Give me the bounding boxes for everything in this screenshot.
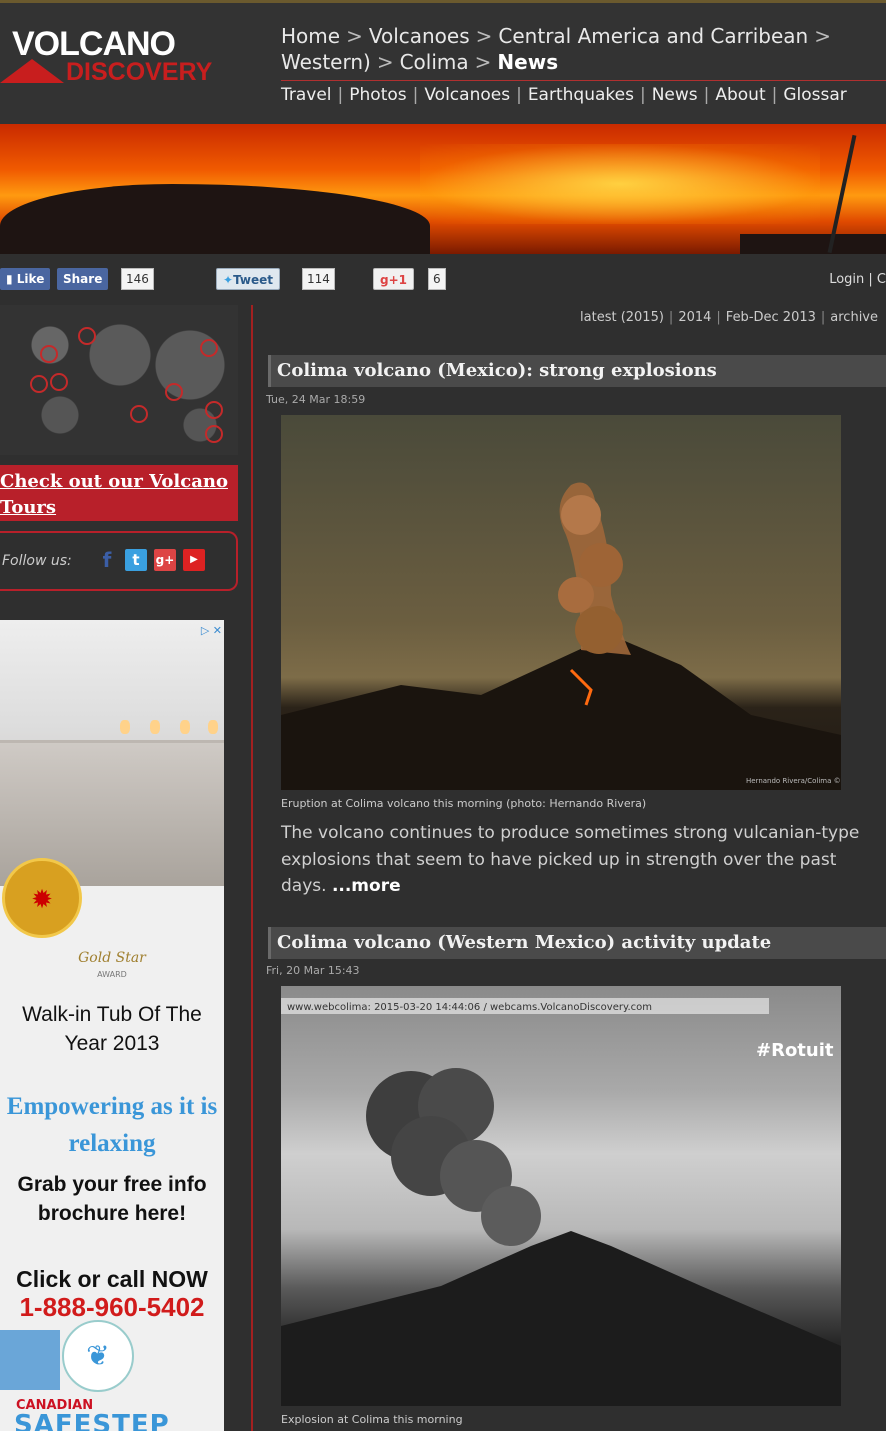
world-volcano-map[interactable] [0, 305, 238, 455]
youtube-icon[interactable]: ▶ [183, 549, 205, 571]
breadcrumb-news: News [497, 50, 559, 74]
banner-rock [0, 184, 430, 254]
breadcrumb-region-cont[interactable]: Western) [281, 50, 371, 74]
svg-text:Hernando Rivera/Colima ©: Hernando Rivera/Colima © [746, 777, 841, 785]
social-bar: ▮ Like Share 146 ✦Tweet 114 g+1 6 Login … [0, 262, 886, 300]
canada-badge-icon: ✹ [2, 858, 82, 938]
ad-headline: Walk-in Tub Of The Year 2013 [22, 1003, 202, 1055]
nav-photos[interactable]: Photos [349, 85, 406, 105]
ad-gold-star: Gold Star [78, 950, 146, 966]
ad-brand-big: SAFESTEP [14, 1410, 170, 1431]
nav-travel[interactable]: Travel [281, 85, 332, 105]
article-date: Tue, 24 Mar 18:59 [266, 393, 366, 406]
article-date: Fri, 20 Mar 15:43 [266, 964, 360, 977]
ad-phone[interactable]: 1-888-960-5402 [0, 1292, 224, 1323]
eruption-photo-illustration: Hernando Rivera/Colima © [281, 482, 841, 790]
like-label: Like [16, 272, 45, 286]
nav-about[interactable]: About [715, 85, 765, 105]
banner-rock-right [740, 234, 886, 254]
facebook-share-button[interactable]: Share [57, 268, 109, 290]
read-more-link[interactable]: ...more [332, 876, 401, 896]
ad-candle [120, 720, 130, 734]
svg-text:#Rotuit: #Rotuit [756, 1040, 834, 1061]
archive-all[interactable]: archive [830, 310, 878, 325]
nav-news[interactable]: News [652, 85, 698, 105]
googleplus-button[interactable]: g+1 [373, 268, 414, 290]
map-marker[interactable] [205, 401, 223, 419]
thumb-icon: ▮ [6, 272, 17, 286]
breadcrumb-home[interactable]: Home [281, 24, 340, 48]
tweet-count: 114 [302, 268, 335, 290]
breadcrumb-colima[interactable]: Colima [400, 50, 469, 74]
nav-earthquakes[interactable]: Earthquakes [528, 85, 634, 105]
gplus-count: 6 [428, 268, 446, 290]
twitter-bird-icon: ✦ [223, 273, 234, 287]
logo-text-bottom: DISCOVERY [66, 58, 213, 86]
article-caption: Eruption at Colima volcano this morning … [281, 797, 647, 810]
ad-partner-logo [0, 1330, 60, 1390]
ad-choices-icon[interactable]: ▷ ✕ [201, 624, 222, 637]
breadcrumb-region[interactable]: Central America and Carribean [498, 24, 808, 48]
sidebar-divider [251, 305, 253, 1431]
share-count: 146 [121, 268, 154, 290]
archive-nav: latest (2015) | 2014 | Feb-Dec 2013 | archive [580, 310, 878, 325]
twitter-icon[interactable]: t [125, 549, 147, 571]
webcam-photo-illustration: www.webcolima: 2015-03-20 14:44:06 / web… [281, 998, 841, 1406]
facebook-like-button[interactable]: ▮ Like [0, 268, 51, 290]
sidebar-advertisement[interactable]: ▷ ✕ ✹ Gold Star AWARD Walk-in Tub Of The… [0, 620, 224, 1431]
login-link[interactable]: Login | C [829, 272, 886, 287]
volcano-tours-link[interactable]: Check out our Volcano Tours [0, 471, 228, 518]
map-marker[interactable] [205, 425, 223, 443]
lava-glow [420, 144, 820, 224]
ad-bird-logo-icon: ❦ [62, 1320, 134, 1392]
ad-candle [180, 720, 190, 734]
nav-volcanoes[interactable]: Volcanoes [424, 85, 510, 105]
gplus-label: +1 [388, 273, 407, 287]
breadcrumb: Home > Volcanoes > Central America and Carri… [281, 24, 831, 74]
sidebar: Check out our Volcano Tours Follow us: f… [0, 305, 245, 1431]
archive-2013[interactable]: Feb-Dec 2013 [726, 310, 816, 325]
volcano-tours-box: Check out our Volcano Tours [0, 465, 238, 521]
googleplus-icon: g [380, 273, 389, 287]
archive-latest[interactable]: latest (2015) [580, 310, 664, 325]
ad-gold-star-sub: AWARD [97, 970, 127, 979]
map-marker[interactable] [40, 345, 58, 363]
site-header: VOLCANO DISCOVERY Home > Volcanoes > Central… [0, 0, 886, 124]
ad-cta: Grab your free info brochure here! [17, 1173, 207, 1225]
map-marker[interactable] [30, 375, 48, 393]
article-caption: Explosion at Colima this morning [281, 1413, 463, 1426]
breadcrumb-volcanoes[interactable]: Volcanoes [369, 24, 470, 48]
site-logo[interactable]: VOLCANO DISCOVERY [0, 25, 250, 95]
nav-glossary[interactable]: Glossar [783, 85, 846, 105]
article-title[interactable]: Colima volcano (Western Mexico) activity… [268, 927, 886, 959]
article-summary: The volcano continues to produce sometim… [281, 820, 861, 900]
archive-2014[interactable]: 2014 [678, 310, 711, 325]
svg-text:www.webcolima: 2015-03-20 14:4: www.webcolima: 2015-03-20 14:44:06 / web… [287, 1002, 652, 1013]
map-marker[interactable] [165, 383, 183, 401]
map-marker[interactable] [50, 373, 68, 391]
ad-tagline: Empowering as it is relaxing [6, 1093, 218, 1157]
facebook-icon[interactable]: f [96, 549, 118, 571]
header-banner-image [0, 124, 886, 254]
googleplus-icon[interactable]: g+ [154, 549, 176, 571]
follow-us-box: Follow us: f t g+ ▶ [0, 531, 238, 591]
ad-candle [150, 720, 160, 734]
tweet-label: Tweet [233, 273, 274, 287]
header-divider [281, 80, 886, 81]
top-nav: Travel | Photos | Volcanoes | Earthquakes | News… [281, 85, 847, 105]
map-marker[interactable] [78, 327, 96, 345]
article-webcam-photo[interactable]: www.webcolima: 2015-03-20 14:44:06 / web… [281, 986, 841, 1406]
ad-call: Click or call NOW [16, 1266, 208, 1292]
follow-label: Follow us: [2, 553, 72, 569]
news-main: latest (2015) | 2014 | Feb-Dec 2013 | archive … [262, 300, 886, 1431]
page: VOLCANO DISCOVERY Home > Volcanoes > Central… [0, 0, 886, 1431]
article-title[interactable]: Colima volcano (Mexico): strong explosio… [268, 355, 886, 387]
ad-candle [208, 720, 218, 734]
map-marker[interactable] [200, 339, 218, 357]
article-photo[interactable]: Hernando Rivera/Colima © [281, 415, 841, 790]
map-marker[interactable] [130, 405, 148, 423]
tweet-button[interactable]: ✦Tweet [216, 268, 281, 290]
